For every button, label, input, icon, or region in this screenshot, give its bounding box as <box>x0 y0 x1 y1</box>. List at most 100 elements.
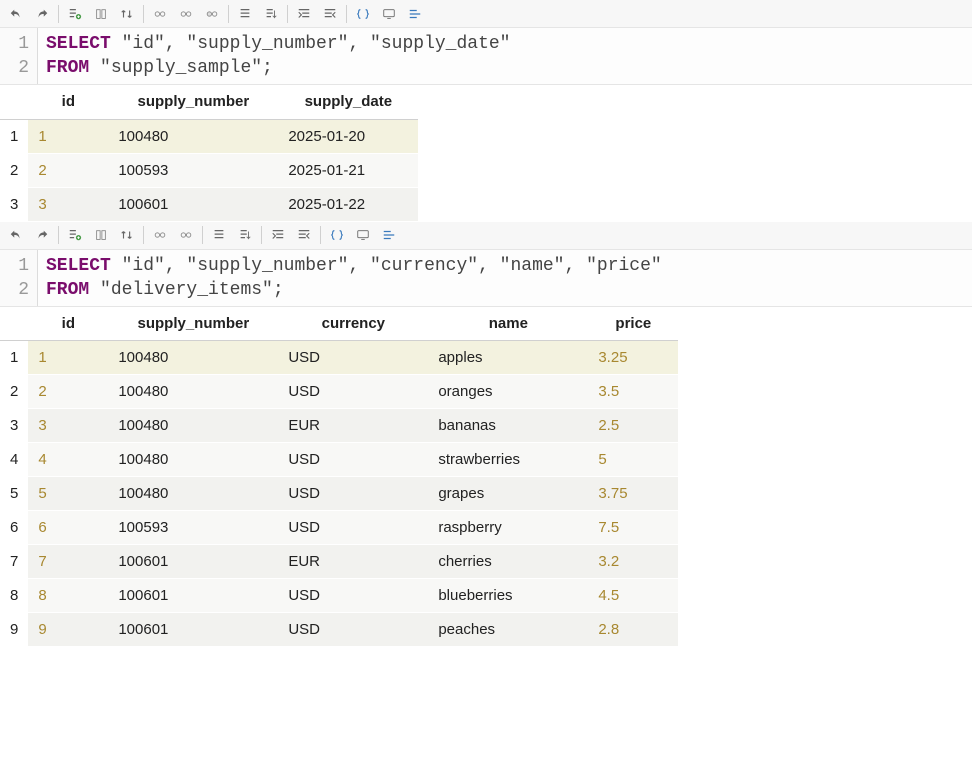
cell-supply_number[interactable]: 100480 <box>108 477 278 511</box>
table-row[interactable]: 44100480USDstrawberries5 <box>0 443 678 477</box>
indent-button[interactable] <box>292 3 316 25</box>
table-row[interactable]: 331006012025-01-22 <box>0 187 418 221</box>
indent-button[interactable] <box>266 224 290 246</box>
table-row[interactable]: 33100480EURbananas2.5 <box>0 409 678 443</box>
format-button[interactable] <box>377 224 401 246</box>
cell-id[interactable]: 1 <box>28 341 108 375</box>
column-header-price[interactable]: price <box>588 307 678 341</box>
add-statement-button[interactable] <box>63 3 87 25</box>
group-button[interactable] <box>207 224 231 246</box>
table-row[interactable]: 22100480USDoranges3.5 <box>0 375 678 409</box>
cell-currency[interactable]: USD <box>278 511 428 545</box>
cell-id[interactable]: 9 <box>28 613 108 647</box>
group-button[interactable] <box>233 3 257 25</box>
sql-editor-1[interactable]: 1 2 SELECT "id", "supply_number", "suppl… <box>0 28 972 85</box>
cell-supply_number[interactable]: 100601 <box>108 613 278 647</box>
result-table-2[interactable]: id supply_number currency name price 111… <box>0 307 678 648</box>
join-sort-button[interactable] <box>89 224 113 246</box>
column-header-supply-date[interactable]: supply_date <box>278 85 418 119</box>
table-row[interactable]: 11100480USDapples3.25 <box>0 341 678 375</box>
braces-button[interactable] <box>351 3 375 25</box>
cell-price[interactable]: 3.75 <box>588 477 678 511</box>
cell-price[interactable]: 7.5 <box>588 511 678 545</box>
column-header-supply-number[interactable]: supply_number <box>108 85 278 119</box>
table-row[interactable]: 99100601USDpeaches2.8 <box>0 613 678 647</box>
cell-supply_number[interactable]: 100593 <box>108 511 278 545</box>
cell-currency[interactable]: USD <box>278 579 428 613</box>
group-sort-button[interactable] <box>233 224 257 246</box>
sort-button[interactable] <box>115 224 139 246</box>
table-row[interactable]: 88100601USDblueberries4.5 <box>0 579 678 613</box>
group-sort-button[interactable] <box>259 3 283 25</box>
redo-button[interactable] <box>30 224 54 246</box>
column-header-id[interactable]: id <box>28 307 108 341</box>
column-header-name[interactable]: name <box>428 307 588 341</box>
cell-name[interactable]: cherries <box>428 545 588 579</box>
cell-name[interactable]: raspberry <box>428 511 588 545</box>
sql-editor-2[interactable]: 1 2 SELECT "id", "supply_number", "curre… <box>0 250 972 307</box>
cell-supply_date[interactable]: 2025-01-21 <box>278 153 418 187</box>
cell-id[interactable]: 6 <box>28 511 108 545</box>
link-button-1[interactable] <box>148 224 172 246</box>
braces-button[interactable] <box>325 224 349 246</box>
cell-id[interactable]: 7 <box>28 545 108 579</box>
sql-code[interactable]: SELECT "id", "supply_number", "supply_da… <box>38 28 518 84</box>
cell-supply_date[interactable]: 2025-01-20 <box>278 119 418 153</box>
result-table-1[interactable]: id supply_number supply_date 11100480202… <box>0 85 418 222</box>
cell-price[interactable]: 5 <box>588 443 678 477</box>
undo-button[interactable] <box>4 224 28 246</box>
cell-currency[interactable]: USD <box>278 341 428 375</box>
cell-currency[interactable]: EUR <box>278 545 428 579</box>
column-header-id[interactable]: id <box>28 85 108 119</box>
cell-supply_number[interactable]: 100480 <box>108 119 278 153</box>
cell-id[interactable]: 5 <box>28 477 108 511</box>
link-button-2[interactable] <box>174 224 198 246</box>
cell-currency[interactable]: USD <box>278 375 428 409</box>
screen-button[interactable] <box>377 3 401 25</box>
cell-price[interactable]: 3.25 <box>588 341 678 375</box>
cell-currency[interactable]: USD <box>278 613 428 647</box>
cell-supply_number[interactable]: 100480 <box>108 443 278 477</box>
link-button-3[interactable] <box>200 3 224 25</box>
cell-price[interactable]: 3.5 <box>588 375 678 409</box>
cell-price[interactable]: 4.5 <box>588 579 678 613</box>
cell-id[interactable]: 2 <box>28 153 108 187</box>
cell-id[interactable]: 2 <box>28 375 108 409</box>
cell-supply_number[interactable]: 100480 <box>108 409 278 443</box>
column-header-currency[interactable]: currency <box>278 307 428 341</box>
add-statement-button[interactable] <box>63 224 87 246</box>
cell-name[interactable]: blueberries <box>428 579 588 613</box>
cell-supply_number[interactable]: 100601 <box>108 579 278 613</box>
cell-id[interactable]: 4 <box>28 443 108 477</box>
cell-name[interactable]: apples <box>428 341 588 375</box>
screen-button[interactable] <box>351 224 375 246</box>
link-button-1[interactable] <box>148 3 172 25</box>
cell-price[interactable]: 2.5 <box>588 409 678 443</box>
column-header-supply-number[interactable]: supply_number <box>108 307 278 341</box>
outdent-button[interactable] <box>292 224 316 246</box>
cell-id[interactable]: 3 <box>28 409 108 443</box>
cell-price[interactable]: 2.8 <box>588 613 678 647</box>
cell-supply_date[interactable]: 2025-01-22 <box>278 187 418 221</box>
cell-name[interactable]: bananas <box>428 409 588 443</box>
join-sort-button[interactable] <box>89 3 113 25</box>
outdent-button[interactable] <box>318 3 342 25</box>
cell-supply_number[interactable]: 100601 <box>108 187 278 221</box>
sql-code[interactable]: SELECT "id", "supply_number", "currency"… <box>38 250 670 306</box>
cell-id[interactable]: 3 <box>28 187 108 221</box>
cell-id[interactable]: 1 <box>28 119 108 153</box>
table-row[interactable]: 66100593USDraspberry7.5 <box>0 511 678 545</box>
table-row[interactable]: 77100601EURcherries3.2 <box>0 545 678 579</box>
cell-name[interactable]: grapes <box>428 477 588 511</box>
cell-supply_number[interactable]: 100601 <box>108 545 278 579</box>
format-button[interactable] <box>403 3 427 25</box>
cell-price[interactable]: 3.2 <box>588 545 678 579</box>
undo-button[interactable] <box>4 3 28 25</box>
cell-supply_number[interactable]: 100480 <box>108 341 278 375</box>
sort-button[interactable] <box>115 3 139 25</box>
table-row[interactable]: 111004802025-01-20 <box>0 119 418 153</box>
cell-supply_number[interactable]: 100480 <box>108 375 278 409</box>
cell-supply_number[interactable]: 100593 <box>108 153 278 187</box>
cell-name[interactable]: strawberries <box>428 443 588 477</box>
cell-id[interactable]: 8 <box>28 579 108 613</box>
